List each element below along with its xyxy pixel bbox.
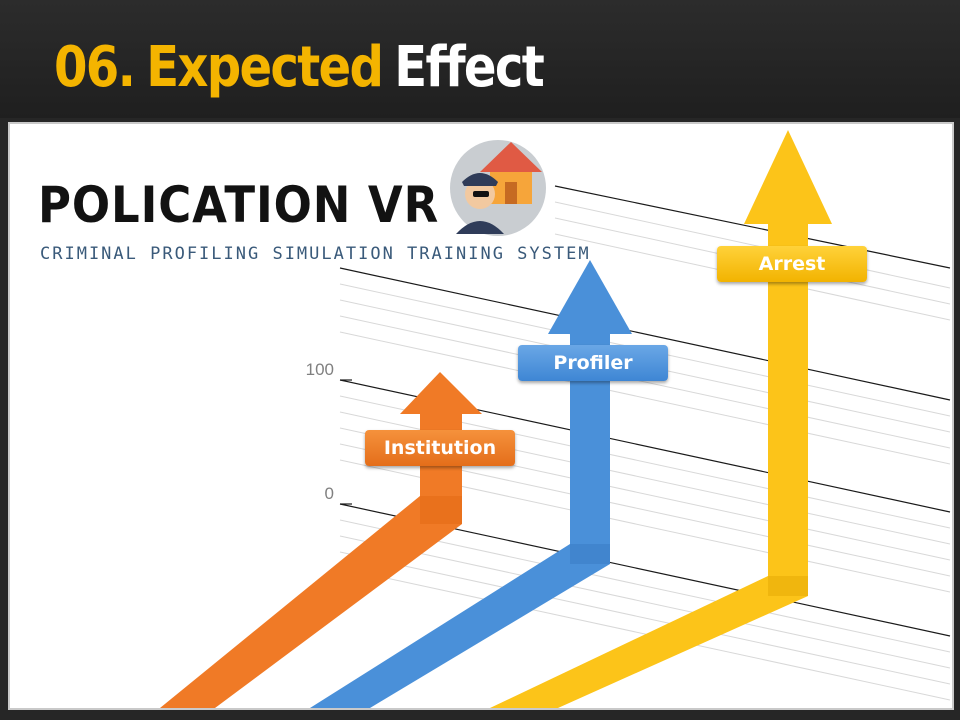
police-house-icon (450, 140, 546, 236)
title-effect: Effect (394, 35, 544, 100)
logo-wordmark: POLICATION VR (38, 176, 440, 234)
title-expected: Expected (146, 35, 384, 100)
page-title: 06. Expected Effect (54, 32, 545, 104)
institution-badge: Institution (365, 430, 515, 466)
tick-label-100: 100 (305, 360, 334, 379)
tick-label-0: 0 (324, 484, 334, 503)
logo-tagline: CRIMINAL PROFILING SIMULATION TRAINING S… (40, 244, 591, 264)
arrest-badge: Arrest (717, 246, 867, 282)
profiler-arrow (310, 260, 632, 708)
title-number: 06. (54, 35, 136, 100)
profiler-badge: Profiler (518, 345, 668, 381)
content-panel: POLICATION VR CRIMINAL PROFILING SIMULAT… (8, 122, 954, 710)
header-bar: 06. Expected Effect (0, 0, 960, 118)
